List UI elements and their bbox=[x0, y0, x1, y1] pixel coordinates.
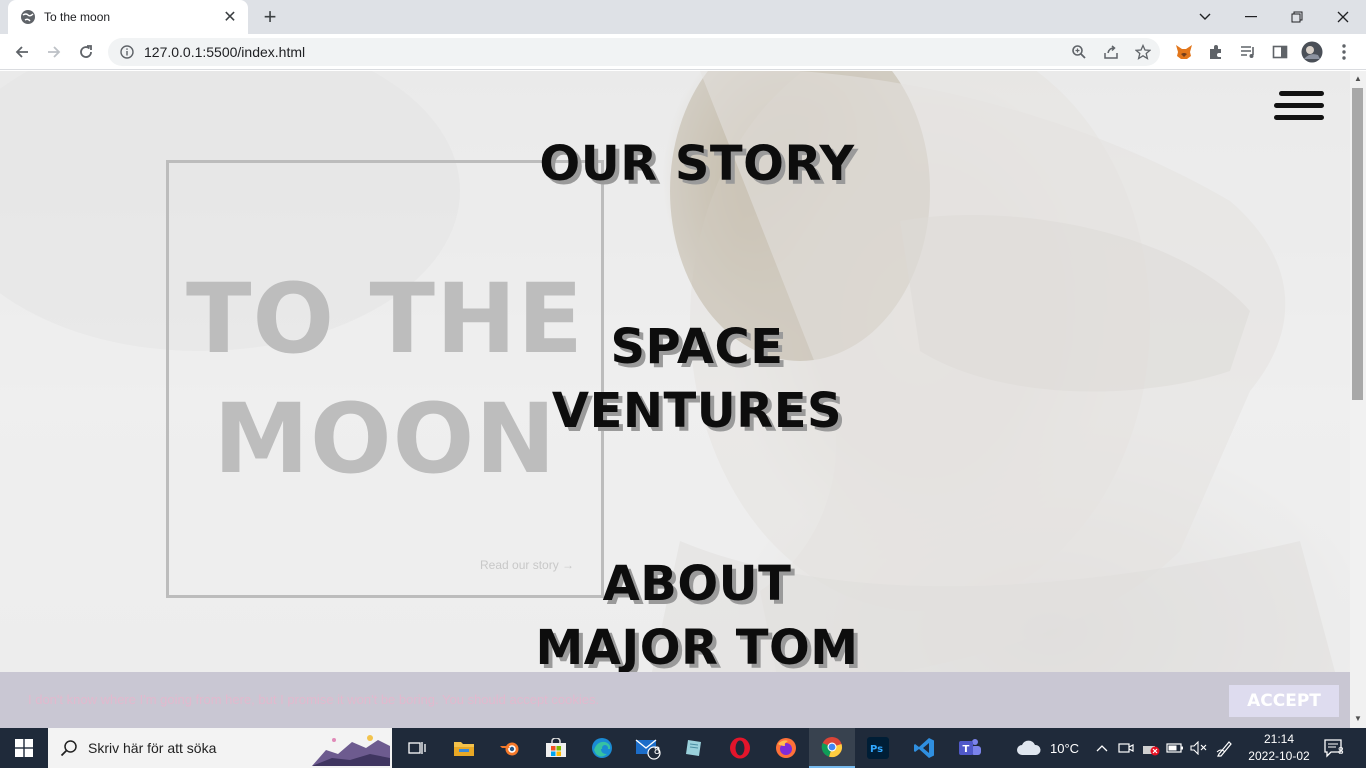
tab-title: To the moon bbox=[44, 10, 111, 24]
tab-strip: To the moon ✕ + bbox=[0, 0, 1366, 34]
cookie-message: I don't know where I'm going from here, … bbox=[28, 692, 600, 707]
globe-icon bbox=[21, 10, 35, 24]
search-placeholder: Skriv här för att söka bbox=[88, 740, 217, 756]
weather-temperature: 10°C bbox=[1050, 740, 1080, 756]
url-text: 127.0.0.1:5500/index.html bbox=[144, 44, 306, 60]
battery-icon[interactable] bbox=[1166, 728, 1184, 768]
forward-arrow-icon[interactable] bbox=[40, 38, 68, 66]
new-tab-button[interactable]: + bbox=[258, 4, 282, 29]
accept-cookies-button[interactable]: ACCEPT bbox=[1229, 685, 1339, 717]
weather-widget[interactable]: 10°C bbox=[1016, 728, 1079, 768]
address-bar[interactable]: 127.0.0.1:5500/index.html bbox=[108, 38, 1160, 66]
info-icon[interactable] bbox=[120, 45, 134, 59]
zoom-icon[interactable] bbox=[1069, 42, 1089, 62]
hamburger-menu-icon[interactable] bbox=[1274, 91, 1324, 123]
mail-icon[interactable]: 8 bbox=[625, 728, 671, 768]
edge-browser-icon[interactable] bbox=[579, 728, 625, 768]
nav-about-major-tom[interactable]: ABOUT MAJOR TOM bbox=[0, 552, 1350, 680]
browser-toolbar: 127.0.0.1:5500/index.html bbox=[0, 34, 1366, 70]
media-queue-icon[interactable] bbox=[1234, 38, 1262, 66]
show-hidden-icons-chevron-icon[interactable] bbox=[1096, 728, 1108, 768]
meet-now-icon[interactable] bbox=[1118, 728, 1134, 768]
scroll-up-arrow-icon[interactable]: ▲ bbox=[1354, 74, 1362, 83]
svg-text:T: T bbox=[963, 744, 970, 755]
nav-about-line-2: MAJOR TOM bbox=[535, 620, 859, 676]
minimize-button[interactable] bbox=[1228, 0, 1274, 34]
taskbar-search-box[interactable]: Skriv här för att söka bbox=[48, 728, 392, 768]
nav-our-story-label: OUR STORY bbox=[539, 136, 855, 192]
nav-space-ventures-line-2: VENTURES bbox=[551, 383, 843, 439]
nav-space-ventures[interactable]: SPACE VENTURES bbox=[0, 315, 1350, 443]
blender-icon[interactable] bbox=[487, 728, 533, 768]
vscode-icon[interactable] bbox=[901, 728, 947, 768]
windows-start-button[interactable] bbox=[0, 728, 48, 768]
clock-date: 2022-10-02 bbox=[1248, 749, 1310, 763]
page-scrollbar[interactable]: ▲ ▼ bbox=[1350, 71, 1366, 728]
teams-icon[interactable]: T bbox=[947, 728, 993, 768]
nav-our-story[interactable]: OUR STORY bbox=[0, 132, 1350, 196]
profile-avatar[interactable] bbox=[1298, 38, 1326, 66]
scrollbar-thumb[interactable] bbox=[1352, 88, 1363, 400]
photoshop-icon[interactable]: Ps bbox=[855, 728, 901, 768]
tab-search-chevron-icon[interactable] bbox=[1182, 0, 1228, 34]
search-highlight-illustration bbox=[312, 735, 390, 766]
web-page: TO THE MOON Read our story → OUR STORY S… bbox=[0, 71, 1350, 728]
volume-muted-icon[interactable] bbox=[1190, 728, 1208, 768]
network-offline-icon[interactable] bbox=[1142, 728, 1160, 768]
svg-text:Ps: Ps bbox=[870, 744, 883, 755]
more-menu-icon[interactable] bbox=[1330, 38, 1358, 66]
bookmark-star-icon[interactable] bbox=[1133, 42, 1153, 62]
mail-badge-count: 8 bbox=[654, 745, 661, 757]
file-explorer-icon[interactable] bbox=[441, 728, 487, 768]
metamask-extension-icon[interactable] bbox=[1170, 38, 1198, 66]
back-arrow-icon[interactable] bbox=[8, 38, 36, 66]
windows-taskbar: Skriv här för att söka 8 Ps T 10°C 21:14… bbox=[0, 728, 1366, 768]
scroll-down-arrow-icon[interactable]: ▼ bbox=[1354, 714, 1362, 723]
taskbar-clock[interactable]: 21:14 2022-10-02 bbox=[1248, 731, 1310, 765]
search-icon bbox=[60, 740, 77, 757]
restore-button[interactable] bbox=[1274, 0, 1320, 34]
task-view-icon[interactable] bbox=[394, 728, 440, 768]
notification-count: 8 bbox=[1338, 746, 1344, 757]
side-panel-icon[interactable] bbox=[1266, 38, 1294, 66]
extensions-puzzle-icon[interactable] bbox=[1202, 38, 1230, 66]
close-window-button[interactable] bbox=[1320, 0, 1366, 34]
pen-workspace-icon[interactable] bbox=[1216, 728, 1234, 768]
nav-about-line-1: ABOUT bbox=[602, 556, 792, 612]
chrome-browser-icon[interactable] bbox=[809, 728, 855, 768]
windows-logo-icon bbox=[15, 739, 33, 757]
reload-icon[interactable] bbox=[72, 38, 100, 66]
cookie-banner: I don't know where I'm going from here, … bbox=[0, 672, 1350, 728]
share-icon[interactable] bbox=[1101, 42, 1121, 62]
microsoft-store-icon[interactable] bbox=[533, 728, 579, 768]
opera-browser-icon[interactable] bbox=[717, 728, 763, 768]
nav-space-ventures-line-1: SPACE bbox=[610, 319, 784, 375]
firefox-icon[interactable] bbox=[763, 728, 809, 768]
cloud-icon bbox=[1017, 740, 1041, 755]
notes-app-icon[interactable] bbox=[671, 728, 717, 768]
tab-to-the-moon[interactable]: To the moon ✕ bbox=[8, 0, 248, 34]
notification-center-icon[interactable]: 8 bbox=[1322, 728, 1344, 768]
tab-close-icon[interactable]: ✕ bbox=[222, 9, 238, 26]
clock-time: 21:14 bbox=[1263, 732, 1295, 746]
